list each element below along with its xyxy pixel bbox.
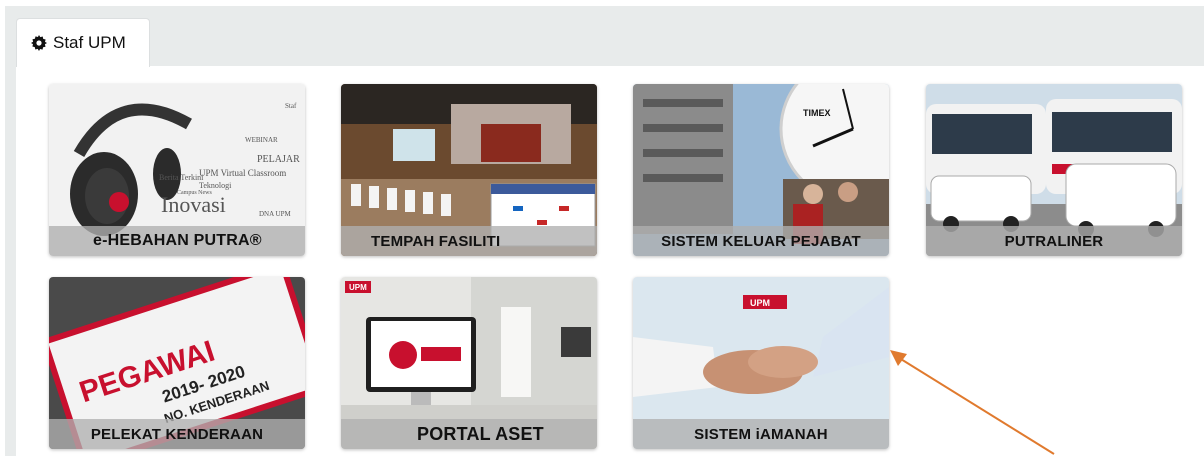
annotation-arrow: [890, 350, 1055, 455]
tile-putraliner[interactable]: PUTRALINER: [926, 84, 1182, 256]
gear-icon: [31, 35, 47, 51]
word-webinar: WEBINAR: [245, 136, 278, 144]
tile-label: PUTRALINER: [926, 226, 1182, 256]
tab-label: Staf UPM: [53, 33, 126, 52]
tile-label: PORTAL ASET: [341, 419, 597, 449]
word-teknologi: Teknologi: [199, 181, 232, 190]
tab-staf-upm[interactable]: Staf UPM: [16, 18, 150, 67]
tile-tempah-fasiliti[interactable]: TEMPAH FASILITI: [341, 84, 597, 256]
tile-label: TEMPAH FASILITI: [341, 226, 597, 256]
word-dna: DNA UPM: [259, 210, 291, 218]
tile-pelekat-kenderaan[interactable]: PEGAWAI 2019- 2020 NO. KENDERAAN PELEKAT…: [49, 277, 305, 449]
word-berita: Berita Terkini: [159, 173, 204, 182]
clock-brand: TIMEX: [803, 108, 831, 118]
upm-logo: UPM: [349, 283, 367, 292]
tile-sistem-keluar-pejabat[interactable]: TIMEX SISTEM KELUAR PEJABAT: [633, 84, 889, 256]
tile-portal-aset[interactable]: UPM PORTAL ASET: [341, 277, 597, 449]
word-pelajar: PELAJAR: [257, 154, 300, 165]
upm-logo: UPM: [750, 298, 770, 308]
tile-label: SISTEM KELUAR PEJABAT: [633, 226, 889, 256]
tile-label: e-HEBAHAN PUTRA®: [49, 226, 305, 256]
tile-label: PELEKAT KENDERAAN: [49, 419, 305, 449]
tile-sistem-iamanah[interactable]: UPM SISTEM iAMANAH: [633, 277, 889, 449]
word-staf: Staf: [285, 102, 297, 110]
tile-e-hebahan-putra[interactable]: Inovasi UPM Virtual Classroom PELAJAR Be…: [49, 84, 305, 256]
word-campus-news: Campus News: [177, 190, 212, 196]
word-virtual-classroom: UPM Virtual Classroom: [199, 168, 286, 178]
tile-label: SISTEM iAMANAH: [633, 419, 889, 449]
